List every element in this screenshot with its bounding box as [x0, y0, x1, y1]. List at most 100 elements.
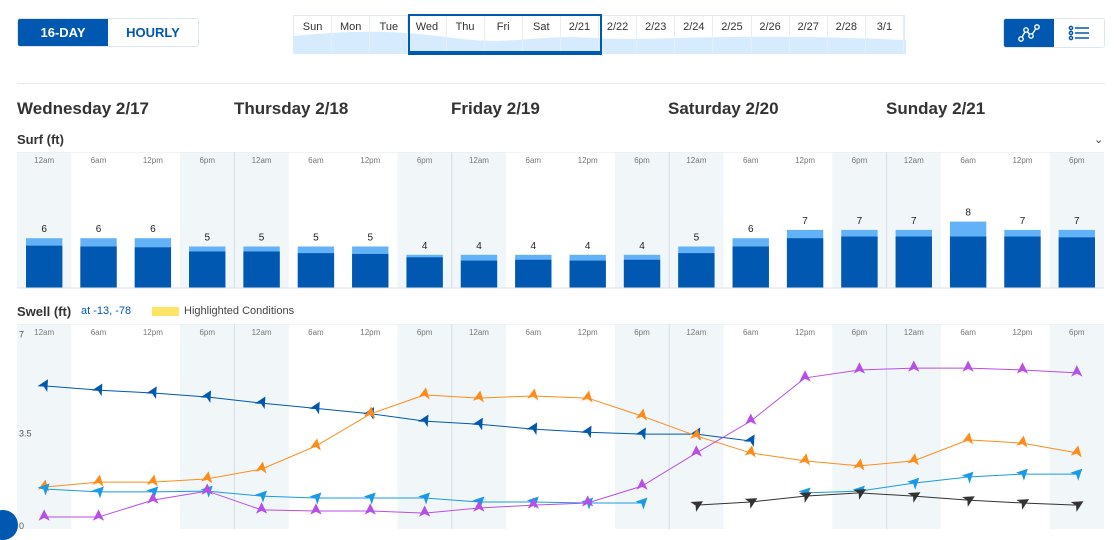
swell-direction-arrow	[91, 486, 104, 499]
chevron-down-icon[interactable]: ⌄	[1094, 133, 1103, 146]
surf-bar-label: 7	[802, 216, 808, 227]
surf-bar-label: 6	[748, 224, 754, 235]
time-label: 6pm	[1069, 328, 1085, 337]
shaded-column	[180, 324, 235, 529]
surf-bar-label: 7	[1020, 216, 1026, 227]
surf-bar-min	[297, 253, 335, 288]
time-label: 6pm	[852, 156, 868, 165]
swell-direction-arrow	[581, 495, 594, 507]
time-label: 12pm	[795, 156, 815, 165]
date-cell[interactable]: 2/25	[713, 16, 752, 52]
time-label: 6pm	[199, 156, 215, 165]
swell-direction-arrow	[92, 474, 104, 487]
date-cell[interactable]: 2/28	[828, 16, 866, 52]
date-strip[interactable]: Sun Mon Tue Wed Thu Fri Sat 2/21 2/22 2/23 2/24 2/2…	[293, 15, 906, 54]
surf-bar-min	[243, 251, 280, 288]
surf-bar-min	[678, 253, 715, 288]
swell-direction-arrow	[309, 492, 322, 505]
graph-icon	[1018, 24, 1040, 42]
date-cell[interactable]: 2/27	[790, 16, 828, 52]
swell-direction-arrow	[798, 453, 811, 466]
time-label: 12pm	[1012, 328, 1032, 337]
time-label: 6am	[743, 156, 759, 165]
swell-direction-arrow	[91, 383, 103, 397]
time-label: 6pm	[634, 156, 650, 165]
time-label: 6am	[526, 156, 542, 165]
swell-direction-arrow	[962, 360, 974, 372]
date-cell[interactable]: Sun	[294, 16, 333, 52]
time-label: 6am	[960, 156, 976, 165]
highlight-legend-swatch	[152, 307, 179, 316]
surf-bar-label: 5	[204, 233, 210, 244]
surf-bar-min	[623, 259, 661, 288]
time-label: 6am	[308, 156, 324, 165]
shaded-column	[451, 324, 507, 529]
swell-direction-arrow	[1016, 435, 1028, 448]
date-cell[interactable]: 2/23	[637, 16, 676, 52]
time-label: 12pm	[360, 328, 380, 337]
surf-bar-label: 4	[585, 241, 591, 252]
time-label: 12pm	[143, 328, 163, 337]
date-cell[interactable]: Sat	[523, 16, 561, 52]
surf-bar-min	[460, 260, 498, 288]
surf-bar-label: 5	[367, 233, 373, 244]
surf-bar-label: 7	[1074, 216, 1080, 227]
date-cell[interactable]: Wed	[408, 16, 447, 52]
view-toggle	[1003, 18, 1105, 48]
surf-bar-min	[732, 246, 769, 288]
swell-direction-arrow	[743, 434, 755, 448]
date-cell[interactable]: Mon	[332, 16, 371, 52]
date-cell[interactable]: 2/22	[599, 16, 638, 52]
date-cell[interactable]: Fri	[485, 16, 523, 52]
swell-direction-arrow	[1016, 499, 1030, 510]
shaded-column	[17, 324, 72, 529]
time-label: 6am	[743, 328, 759, 337]
swell-direction-arrow	[962, 496, 975, 507]
highlight-legend-label: Highlighted Conditions	[184, 305, 295, 317]
day-heading: Sunday 2/21	[886, 99, 986, 118]
date-cell[interactable]: 2/21	[561, 16, 599, 52]
swell-direction-arrow	[92, 509, 105, 521]
date-cell[interactable]: 2/24	[675, 16, 714, 52]
hourly-button[interactable]: HOURLY	[108, 19, 198, 46]
swell-direction-arrow	[309, 401, 320, 415]
date-cell[interactable]: Thu	[447, 16, 485, 52]
time-label: 12pm	[578, 328, 598, 337]
swell-direction-arrow	[147, 492, 159, 504]
time-label: 12pm	[143, 156, 163, 165]
y-tick-label: 3.5	[19, 428, 32, 438]
16-day-button[interactable]: 16-DAY	[18, 19, 108, 46]
day-heading: Friday 2/19	[451, 99, 540, 118]
surf-bar-min	[841, 236, 878, 288]
date-cell[interactable]: 2/26	[752, 16, 790, 52]
swell-direction-arrow	[146, 486, 159, 499]
date-cell[interactable]: 3/1	[866, 16, 904, 52]
time-label: 6pm	[634, 328, 650, 337]
surf-bar-label: 5	[259, 233, 265, 244]
day-heading: Saturday 2/20	[668, 99, 779, 118]
divider	[17, 83, 1105, 84]
graph-view-button[interactable]	[1004, 19, 1054, 47]
surf-bar-label: 6	[96, 224, 102, 235]
surf-bar-min	[1058, 237, 1095, 288]
surf-bar-min	[26, 245, 63, 288]
time-label: 6am	[91, 156, 107, 165]
surf-bar-label: 6	[41, 224, 47, 235]
surf-bar-min	[515, 259, 552, 288]
forecast-range-toggle: 16-DAY HOURLY	[17, 18, 199, 47]
time-label: 6am	[960, 328, 976, 337]
swell-title: Swell (ft)	[17, 304, 72, 319]
surf-bar-min	[949, 236, 987, 288]
shaded-column	[614, 324, 670, 529]
time-label: 6pm	[417, 156, 433, 165]
swell-direction-arrow	[527, 388, 539, 401]
list-view-button[interactable]	[1054, 19, 1104, 47]
swell-direction-arrow	[364, 503, 376, 515]
swell-direction-arrow	[310, 503, 322, 515]
swell-direction-arrow	[363, 492, 376, 505]
date-cell[interactable]: Tue	[370, 16, 409, 52]
time-label: 12am	[34, 156, 54, 165]
surf-bar-min	[80, 246, 117, 288]
time-label: 12am	[469, 328, 489, 337]
surf-bar-min	[1004, 236, 1041, 288]
